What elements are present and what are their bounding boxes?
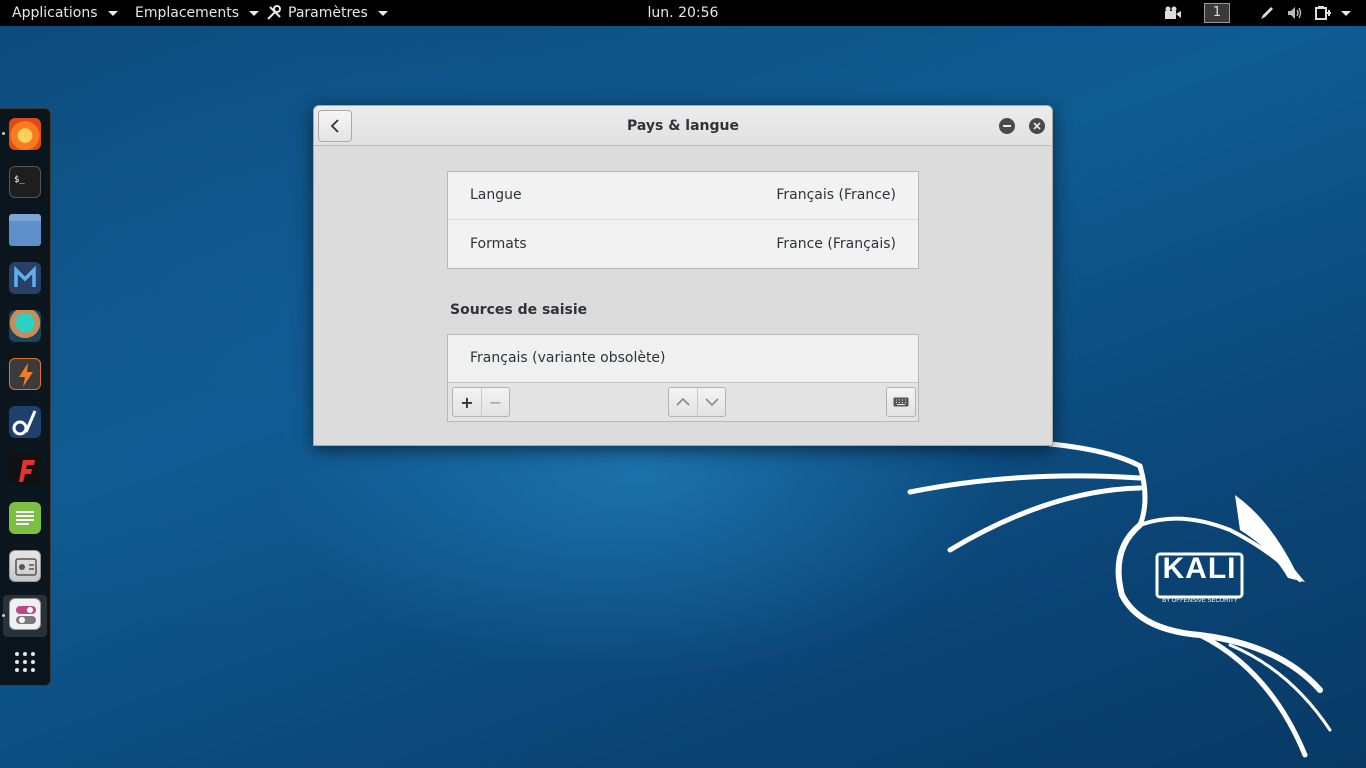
plus-icon: + xyxy=(460,392,474,412)
running-indicator xyxy=(2,132,5,135)
firefox-icon[interactable] xyxy=(9,118,41,150)
back-button[interactable] xyxy=(318,110,352,142)
close-icon xyxy=(1033,122,1041,130)
clock-label: lun. 20:56 xyxy=(647,5,719,21)
minimize-button[interactable] xyxy=(999,118,1015,134)
move-down-button[interactable] xyxy=(697,388,725,416)
formats-label: Formats xyxy=(470,236,527,252)
minus-icon: − xyxy=(488,392,503,412)
input-sources-title: Sources de saisie xyxy=(450,302,588,318)
language-value: Français (France) xyxy=(776,187,896,203)
kali-tagline: BY OFFENSIVE SECURITY xyxy=(1162,598,1238,604)
armitage-icon[interactable] xyxy=(9,310,41,342)
keyboard-layout-group xyxy=(886,387,916,417)
move-up-button[interactable] xyxy=(669,388,697,416)
tweaks-icon[interactable] xyxy=(9,550,41,582)
maltego-icon[interactable] xyxy=(9,406,41,438)
workspace-number: 1 xyxy=(1204,3,1230,23)
chevron-down-icon xyxy=(107,10,118,16)
input-sources-list: Français (variante obsolète) + − xyxy=(447,334,919,422)
formats-value: France (Français) xyxy=(776,236,896,252)
settings-menu-label: Paramètres xyxy=(288,5,368,21)
applications-menu[interactable]: Applications xyxy=(12,0,118,26)
top-bar: Applications Emplacements Paramètres lun… xyxy=(0,0,1366,26)
minimize-icon xyxy=(1003,125,1011,127)
kali-dragon-logo xyxy=(907,441,1332,758)
keyboard-icon xyxy=(893,397,909,407)
metasploit-icon[interactable] xyxy=(9,262,41,294)
show-keyboard-layout-button[interactable] xyxy=(887,388,915,416)
input-source-item[interactable]: Français (variante obsolète) xyxy=(448,335,918,383)
chevron-down-icon xyxy=(249,10,260,16)
settings-menu[interactable]: Paramètres xyxy=(266,0,388,26)
faraday-icon[interactable] xyxy=(9,454,41,486)
tools-icon xyxy=(267,5,281,20)
pen-tool-icon[interactable] xyxy=(1257,3,1277,23)
language-formats-list: Langue Français (France) Formats France … xyxy=(447,171,919,269)
kali-brand-text: KALI xyxy=(1162,552,1237,585)
svg-text:$_: $_ xyxy=(14,175,25,185)
dash-dock: $_ xyxy=(0,108,51,686)
add-remove-group: + − xyxy=(452,387,510,417)
text-editor-icon[interactable] xyxy=(9,502,41,534)
workspace-indicator[interactable]: 1 xyxy=(1204,3,1230,23)
power-icon[interactable] xyxy=(1312,3,1334,23)
language-label: Langue xyxy=(470,187,522,203)
terminal-icon[interactable]: $_ xyxy=(9,166,41,198)
chevron-down-icon xyxy=(377,10,388,16)
files-icon[interactable] xyxy=(9,214,41,246)
language-row[interactable]: Langue Français (France) xyxy=(448,172,918,220)
window-title: Pays & langue xyxy=(626,118,739,134)
add-input-source-button[interactable]: + xyxy=(453,388,481,416)
camera-indicator-icon[interactable] xyxy=(1162,3,1184,23)
region-language-window: Pays & langue Langue Français (France) F… xyxy=(313,105,1053,446)
system-menu-chevron-down-icon[interactable] xyxy=(1339,3,1353,23)
chevron-down-icon xyxy=(704,398,719,407)
remove-input-source-button[interactable]: − xyxy=(481,388,509,416)
input-source-label: Français (variante obsolète) xyxy=(470,350,666,366)
chevron-up-icon xyxy=(676,397,690,406)
burpsuite-icon[interactable] xyxy=(9,358,41,390)
close-button[interactable] xyxy=(1029,118,1045,134)
volume-icon[interactable] xyxy=(1284,3,1306,23)
formats-row[interactable]: Formats France (Français) xyxy=(448,221,918,269)
show-apps-icon[interactable] xyxy=(9,646,41,678)
input-sources-toolbar: + − xyxy=(448,383,918,421)
applications-menu-label: Applications xyxy=(12,5,98,21)
running-indicator xyxy=(2,614,5,617)
reorder-group xyxy=(668,387,726,417)
settings-icon[interactable] xyxy=(9,598,41,630)
window-titlebar[interactable]: Pays & langue xyxy=(314,106,1052,146)
places-menu[interactable]: Emplacements xyxy=(135,0,260,26)
places-menu-label: Emplacements xyxy=(135,5,240,21)
chevron-left-icon xyxy=(330,119,339,133)
